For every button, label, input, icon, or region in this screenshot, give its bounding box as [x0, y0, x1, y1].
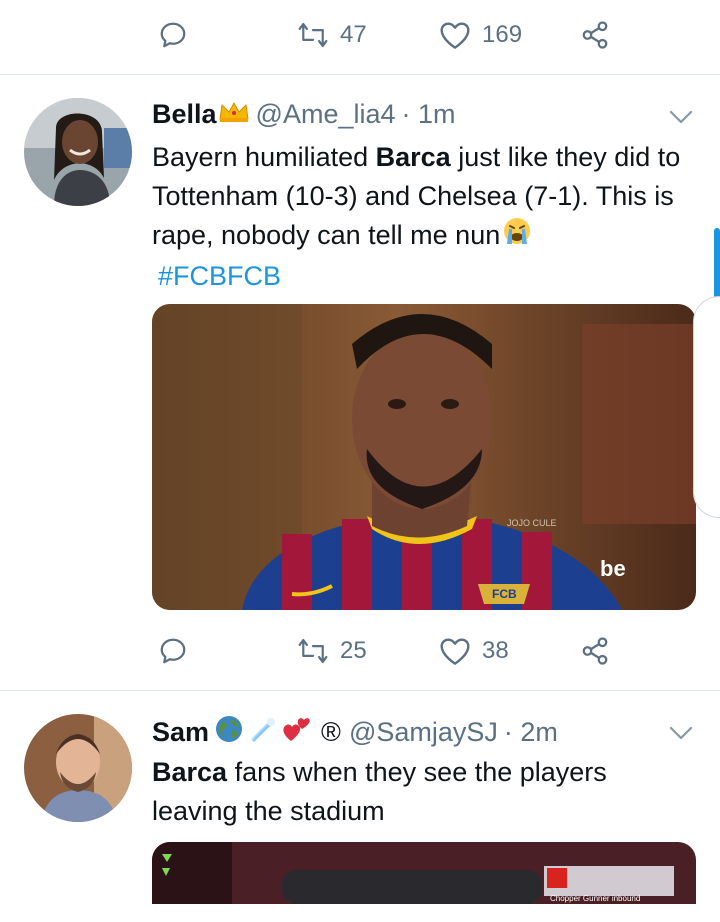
share-button[interactable]	[578, 631, 612, 671]
like-button[interactable]: 38	[438, 631, 509, 671]
retweet-count: 25	[340, 637, 367, 664]
hearts-emoji	[281, 715, 311, 750]
retweet-icon	[296, 18, 330, 52]
tweet-text-bold: Barca	[152, 757, 228, 787]
tweet-actions: 25 38	[0, 631, 720, 671]
tweet-text-bold: Barca	[375, 142, 451, 172]
display-name[interactable]: Sam	[152, 717, 209, 748]
reply-button[interactable]	[156, 15, 190, 55]
crying-emoji	[502, 216, 532, 257]
comet-emoji	[247, 715, 277, 750]
globe-emoji	[215, 715, 243, 750]
share-icon	[578, 18, 612, 52]
retweet-button[interactable]: 47	[296, 15, 367, 55]
scroll-handle[interactable]	[693, 296, 720, 518]
like-count: 38	[482, 637, 509, 664]
tweet-media-video[interactable]: Chopper Gunner inbound	[152, 842, 696, 922]
caret-down-icon[interactable]	[666, 102, 696, 132]
watermark-text: JOJO CULE	[507, 518, 557, 528]
hashtag-link[interactable]: #FCBFCB	[158, 261, 281, 291]
like-count: 169	[482, 21, 523, 48]
crown-emoji	[218, 99, 250, 130]
tweet-time: · 1m	[401, 99, 456, 129]
reply-button[interactable]	[156, 631, 190, 671]
tweet-time: · 2m	[503, 717, 558, 747]
reply-icon	[156, 634, 190, 668]
like-button[interactable]: 169	[438, 15, 522, 55]
tweet-divider	[0, 74, 720, 75]
shirt-sponsor-text: be	[600, 556, 626, 581]
avatar[interactable]	[24, 98, 132, 206]
retweet-icon	[296, 634, 330, 668]
tweet-media-image[interactable]: FCB JOJO CULE be	[152, 304, 696, 610]
tweet-header: Sam ® @SamjaySJ · 2m	[152, 715, 558, 750]
tweet-text: Bayern humiliated Barca just like they d…	[152, 138, 697, 296]
avatar[interactable]	[24, 714, 132, 822]
tweet-header: Bella @Ame_lia4 · 1m	[152, 99, 456, 130]
retweet-button[interactable]: 25	[296, 631, 367, 671]
top-tweet-actions: 47 169	[0, 15, 720, 55]
like-icon	[438, 634, 472, 668]
share-icon	[578, 634, 612, 668]
registered-mark: ®	[321, 717, 341, 747]
tweet-divider	[0, 690, 720, 691]
user-handle[interactable]: @SamjaySJ	[349, 717, 498, 748]
share-button[interactable]	[578, 15, 612, 55]
media-caption: Chopper Gunner inbound	[550, 894, 640, 903]
reply-icon	[156, 18, 190, 52]
tweet-text-part: Bayern humiliated	[152, 142, 376, 172]
tweet-text: Barca fans when they see the players lea…	[152, 753, 672, 831]
caret-down-icon[interactable]	[666, 718, 696, 748]
user-handle[interactable]: @Ame_lia4	[256, 99, 396, 130]
retweet-count: 47	[340, 21, 367, 48]
display-name[interactable]: Bella	[152, 99, 217, 130]
svg-text:FCB: FCB	[492, 587, 517, 601]
like-icon	[438, 18, 472, 52]
